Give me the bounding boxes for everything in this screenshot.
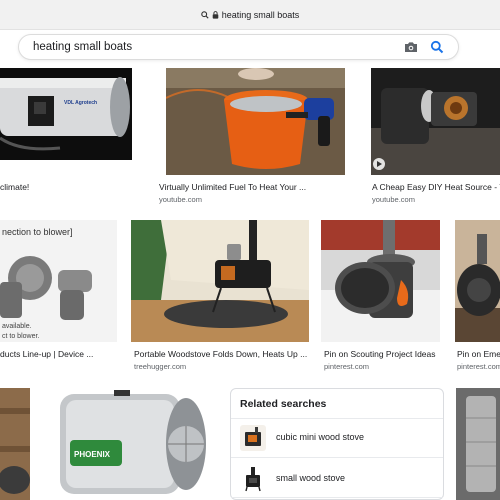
result-source[interactable]: youtube.com — [159, 195, 202, 204]
result-caption[interactable]: Portable Woodstove Folds Down, Heats Up … — [134, 349, 312, 359]
related-search-label: cubic mini wood stove — [276, 432, 365, 442]
camera-icon[interactable] — [404, 41, 418, 53]
result-image-blower[interactable]: nection to blower] available. ct to blow… — [0, 220, 117, 342]
result-caption[interactable]: climate! — [0, 182, 140, 192]
scouting-stove-image — [321, 220, 440, 342]
browser-address-bar[interactable]: heating small boats — [0, 0, 500, 30]
wood-image — [0, 388, 30, 500]
url-display[interactable]: heating small boats — [0, 10, 500, 20]
related-search-item[interactable]: cubic mini wood stove — [231, 421, 443, 455]
related-search-item[interactable]: small wood stove — [231, 462, 443, 496]
emergency-heater-image — [455, 220, 500, 342]
related-searches-card: Related searches cubic mini wood stove s… — [230, 388, 444, 500]
result-source[interactable]: youtube.com — [372, 195, 415, 204]
result-source[interactable]: treehugger.com — [134, 362, 186, 371]
blower-note-text: ct to blower. — [2, 333, 39, 340]
heater-brand-text: PHOENIX — [74, 450, 111, 459]
result-caption[interactable]: Virtually Unlimited Fuel To Heat Your ..… — [159, 182, 349, 192]
result-caption[interactable]: A Cheap Easy DIY Heat Source - Y — [372, 182, 500, 192]
small-stove-thumbnail — [240, 466, 266, 492]
result-image-emergency-heater[interactable] — [455, 220, 500, 342]
related-search-label: small wood stove — [276, 473, 346, 483]
url-text: heating small boats — [221, 10, 300, 20]
result-source[interactable]: pinterest.com — [324, 362, 369, 371]
woodstove-image — [131, 220, 309, 342]
result-image-heater[interactable]: VDL Agrotech — [0, 68, 132, 160]
result-image-diy-heater[interactable] — [371, 68, 500, 175]
divider — [231, 457, 443, 458]
result-caption[interactable]: Pin on Eme — [457, 349, 500, 359]
result-image-bucket-heater[interactable] — [166, 68, 345, 175]
lock-icon — [212, 11, 219, 19]
search-icon[interactable] — [430, 40, 444, 54]
result-image-wood-planks[interactable] — [0, 388, 30, 500]
search-box[interactable]: heating small boats — [18, 34, 459, 60]
result-image-electric-heater[interactable]: PHOENIX — [44, 388, 216, 500]
diy-heater-image — [371, 68, 500, 175]
blower-banner-text: nection to blower] — [2, 227, 73, 237]
heater-brand-text: VDL Agrotech — [64, 100, 97, 106]
search-input[interactable]: heating small boats — [33, 41, 132, 53]
tin-stove-image — [456, 388, 500, 500]
result-source[interactable]: pinterest.com — [457, 362, 500, 371]
divider — [231, 497, 443, 498]
blower-note-text: available. — [2, 323, 32, 330]
result-image-scouting-stove[interactable] — [321, 220, 440, 342]
related-searches-title: Related searches — [240, 398, 327, 410]
cubic-stove-thumbnail — [240, 425, 266, 451]
divider — [231, 418, 443, 419]
search-icon — [200, 11, 209, 19]
heater-image: VDL Agrotech — [0, 68, 132, 160]
blower-image: nection to blower] available. ct to blow… — [0, 220, 117, 342]
result-image-tin-stove[interactable] — [456, 388, 500, 500]
result-caption[interactable]: Pin on Scouting Project Ideas — [324, 349, 450, 359]
bucket-image — [166, 68, 345, 175]
result-caption[interactable]: ducts Line-up | Device ... — [0, 349, 117, 359]
result-image-woodstove[interactable] — [131, 220, 309, 342]
electric-heater-image: PHOENIX — [44, 388, 216, 500]
